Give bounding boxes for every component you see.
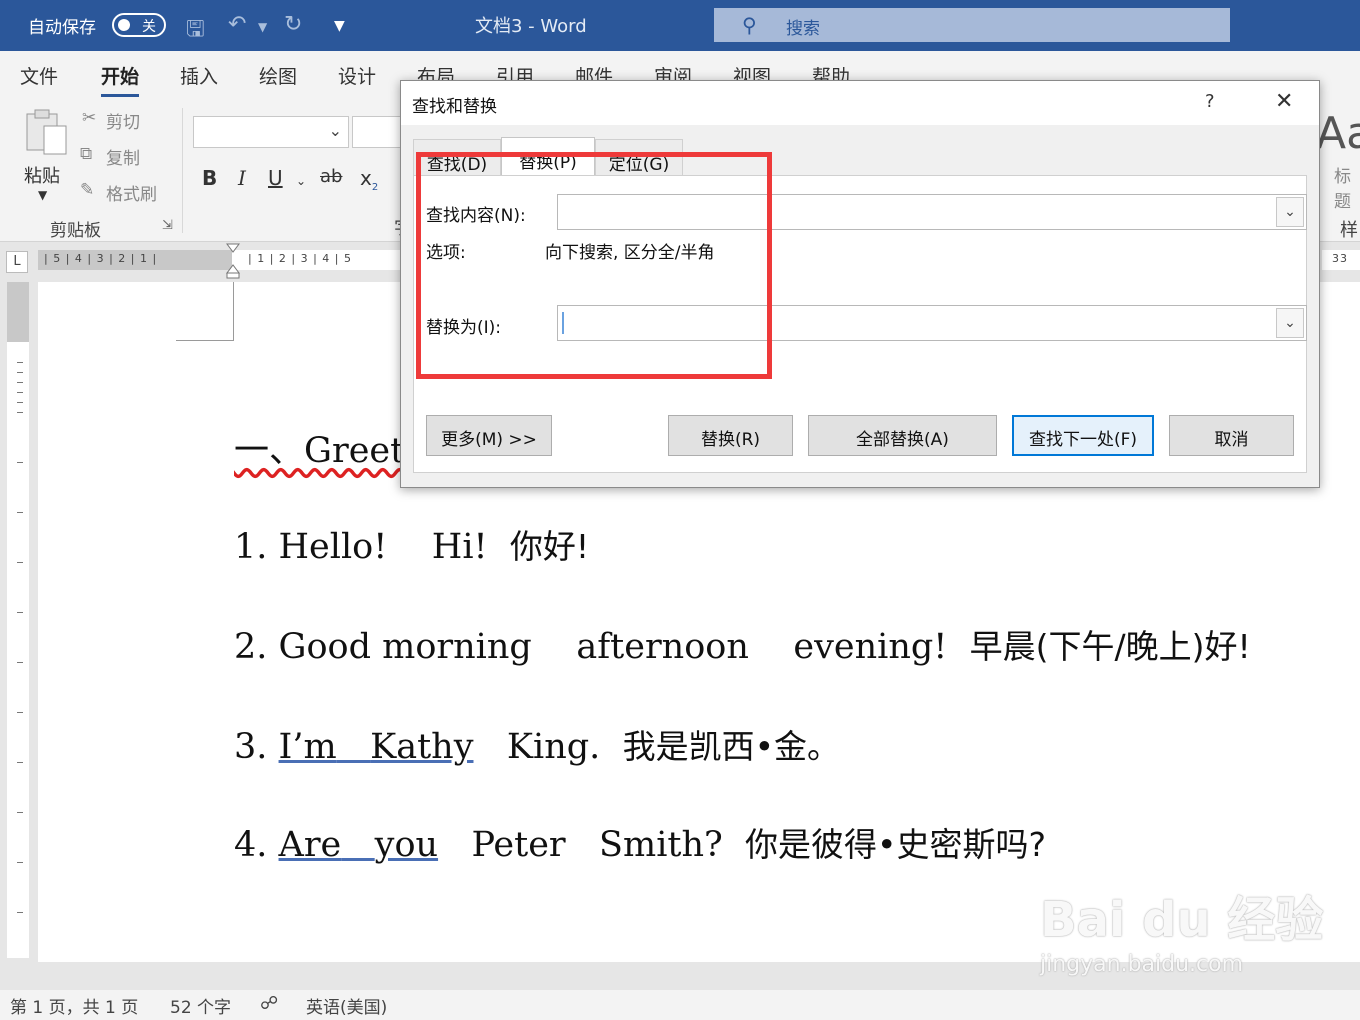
line3-zh: 我是凯西•金。 (622, 727, 841, 766)
underline-dropdown-icon[interactable]: ⌄ (296, 174, 306, 188)
tab-draw[interactable]: 绘图 (259, 62, 297, 89)
vertical-ruler-margin (7, 282, 29, 342)
autosave-label: 自动保存 (28, 18, 96, 38)
underline-button[interactable]: U (268, 166, 283, 190)
line4-smith: Smith? (599, 825, 723, 865)
search-icon: ⚲ (742, 13, 757, 37)
baidu-watermark: Bai du 经验 jingyan.baidu.com (1040, 880, 1323, 977)
italic-button[interactable]: I (238, 166, 246, 190)
customize-quick-access-icon[interactable]: ▼ (334, 18, 345, 34)
clipboard-group-label: 剪贴板 (50, 221, 101, 241)
scissors-icon: ✂ (82, 108, 97, 128)
save-icon[interactable]: 🖫 (186, 12, 205, 50)
search-box[interactable]: ⚲ 搜索 (714, 8, 1230, 42)
dialog-titlebar[interactable]: 查找和替换 ? ✕ (401, 81, 1319, 125)
line4-are: Are (278, 825, 342, 865)
style-heading-label: 标题 (1334, 167, 1351, 212)
line2-zh: 早晨(下午/晚上)好! (969, 627, 1251, 666)
chevron-down-icon: ⌄ (328, 121, 342, 140)
page-count[interactable]: 第 1 页，共 1 页 (10, 993, 138, 1018)
line4-zh: 你是彼得•史密斯吗? (745, 825, 1047, 864)
search-placeholder: 搜索 (786, 19, 820, 39)
line4-you: you (374, 825, 439, 865)
doc-line-2[interactable]: 2. Good morning afternoon evening! 早晨(下午… (234, 620, 1251, 668)
line1-en: 1. Hello! (234, 527, 388, 567)
line4-peter: Peter (471, 825, 566, 865)
line3-kathy: Kathy (370, 727, 474, 767)
language-indicator[interactable]: 英语(美国) (306, 993, 387, 1018)
line1-reply: Hi! (431, 527, 488, 567)
bold-button[interactable]: B (202, 166, 217, 190)
indent-marker-icon[interactable] (226, 243, 240, 279)
tab-home[interactable]: 开始 (101, 62, 140, 97)
watermark-url: jingyan.baidu.com (1040, 952, 1244, 977)
font-name-combo[interactable]: ⌄ (193, 116, 349, 148)
word-window: { "titlebar": { "autosave_label": "自动保存"… (0, 0, 1360, 1020)
toggle-knob (118, 19, 130, 31)
vertical-ruler[interactable] (7, 282, 29, 958)
undo-icon[interactable]: ↶ (228, 12, 246, 37)
chevron-down-icon[interactable]: ⌄ (1276, 308, 1304, 338)
help-button[interactable]: ? (1205, 91, 1215, 112)
copy-icon: ⧉ (80, 144, 93, 164)
tab-selector[interactable]: L (6, 251, 28, 273)
copy-button[interactable]: 复制 (106, 144, 140, 169)
clipboard-launcher-icon[interactable]: ⇲ (162, 218, 173, 233)
strikethrough-button[interactable]: ab (320, 166, 342, 187)
tab-design[interactable]: 设计 (338, 62, 376, 89)
styles-group-label: 样 (1340, 220, 1358, 241)
line3-im: I’m (278, 727, 337, 767)
format-painter-button[interactable]: 格式刷 (106, 180, 157, 205)
paste-label: 粘贴 (24, 166, 60, 187)
doc-line-4[interactable]: 4. Are you Peter Smith? 你是彼得•史密斯吗? (234, 818, 1046, 866)
replace-all-button[interactable]: 全部替换(A) (808, 415, 997, 456)
proofing-icon[interactable]: ☍ (260, 993, 278, 1014)
tab-insert[interactable]: 插入 (180, 62, 218, 89)
line4-number: 4. (234, 825, 268, 865)
line3-number: 3. (234, 727, 268, 767)
line1-zh: 你好! (509, 527, 590, 566)
highlight-annotation-box (416, 152, 772, 379)
group-separator (182, 108, 183, 233)
subscript-button[interactable]: x2 (360, 166, 378, 193)
line2-evening: evening! (793, 627, 948, 667)
line2-en: 2. Good morning (234, 627, 532, 667)
replace-button[interactable]: 替换(R) (668, 415, 793, 456)
paste-button[interactable]: 粘贴 ▼ (18, 106, 74, 206)
line2-afternoon: afternoon (576, 627, 749, 667)
format-painter-icon: ✎ (80, 180, 95, 200)
autosave-toggle[interactable]: 关 (112, 13, 166, 37)
redo-icon[interactable]: ↻ (284, 12, 302, 37)
watermark-brand: Bai du 经验 (1040, 892, 1324, 948)
more-button[interactable]: 更多(M) >> (426, 415, 552, 456)
paste-dropdown-icon: ▼ (38, 188, 48, 202)
close-button[interactable]: ✕ (1275, 89, 1293, 114)
doc-line-3[interactable]: 3. I’m Kathy King. 我是凯西•金。 (234, 720, 840, 768)
chevron-down-icon[interactable]: ⌄ (1276, 197, 1304, 227)
status-bar: 第 1 页，共 1 页 52 个字 ☍ 英语(美国) (0, 990, 1360, 1020)
cut-button[interactable]: 剪切 (106, 108, 140, 133)
ruler-far-right-number: 33 (1332, 252, 1348, 265)
doc-line-1[interactable]: 1. Hello! Hi! 你好! (234, 520, 589, 568)
clipboard-icon (26, 109, 67, 155)
ruler-left-numbers: | 5 | 4 | 3 | 2 | 1 | (44, 252, 158, 265)
dialog-title: 查找和替换 (412, 97, 497, 117)
undo-dropdown-icon[interactable]: ▼ (258, 20, 267, 34)
ruler-right-numbers: | 1 | 2 | 3 | 4 | 5 (248, 252, 352, 265)
autosave-state: 关 (142, 19, 156, 35)
tab-file[interactable]: 文件 (20, 62, 58, 89)
style-preview-heading[interactable]: Aa (1316, 108, 1360, 159)
cancel-button[interactable]: 取消 (1169, 415, 1294, 456)
title-bar: 自动保存 关 🖫 ↶ ▼ ↻ ▼ 文档3 - Word ⚲ 搜索 (0, 0, 1360, 51)
document-title: 文档3 - Word (475, 16, 587, 37)
margin-corner-mark (176, 282, 234, 341)
find-next-button[interactable]: 查找下一处(F) (1012, 415, 1154, 456)
line3-king: King. (506, 727, 601, 767)
word-count[interactable]: 52 个字 (170, 993, 231, 1018)
